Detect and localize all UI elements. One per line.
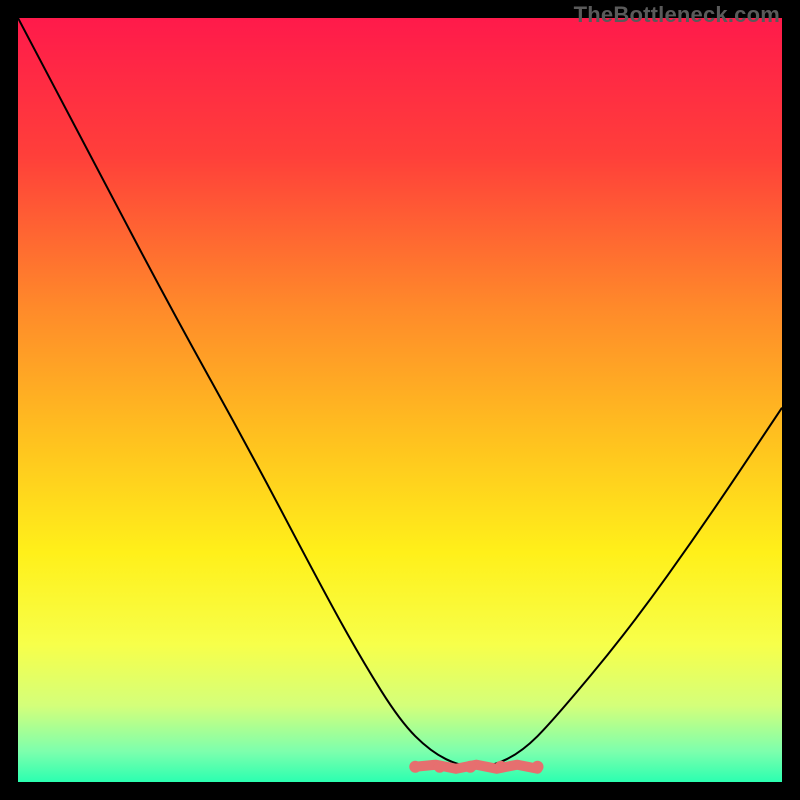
- optimal-region-highlight: [415, 765, 537, 769]
- curve-layer: [18, 18, 782, 782]
- optimal-dot: [434, 761, 446, 773]
- plot-area: [18, 18, 782, 782]
- optimal-dot: [532, 761, 544, 773]
- optimal-dot: [495, 761, 507, 773]
- optimal-dot: [464, 761, 476, 773]
- watermark-text: TheBottleneck.com: [574, 2, 780, 28]
- bottleneck-curve: [18, 18, 782, 767]
- chart-frame: TheBottleneck.com: [0, 0, 800, 800]
- optimal-dot: [409, 761, 421, 773]
